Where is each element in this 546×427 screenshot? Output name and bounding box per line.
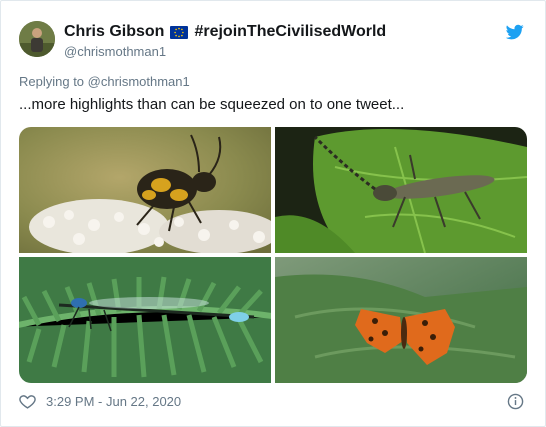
heart-icon[interactable] bbox=[19, 393, 36, 410]
avatar[interactable] bbox=[19, 21, 55, 57]
photo-damselfly[interactable] bbox=[19, 257, 271, 383]
replying-to-prefix: Replying to bbox=[19, 74, 85, 89]
info-icon[interactable] bbox=[507, 393, 524, 410]
photo-butterfly[interactable] bbox=[275, 257, 527, 383]
replying-to: Replying to @chrismothman1 bbox=[19, 74, 190, 89]
tweet-card: Chris Gibson #rejoinTheCivilisedWorld @c… bbox=[0, 0, 546, 427]
tweet-footer: 3:29 PM - Jun 22, 2020 bbox=[19, 393, 181, 410]
photo-beetle-flowers[interactable] bbox=[19, 127, 271, 253]
eu-flag-icon bbox=[170, 25, 189, 39]
photo-beetle-leaf[interactable] bbox=[275, 127, 527, 253]
tweet-text: ...more highlights than can be squeezed … bbox=[19, 96, 405, 113]
replying-to-mention[interactable]: @chrismothman1 bbox=[88, 74, 190, 89]
author-name[interactable]: Chris Gibson bbox=[64, 23, 164, 41]
twitter-bird-icon[interactable] bbox=[505, 23, 524, 41]
author-hashtag[interactable]: #rejoinTheCivilisedWorld bbox=[194, 23, 386, 41]
author-handle[interactable]: @chrismothman1 bbox=[64, 44, 166, 59]
author-name-row[interactable]: Chris Gibson #rejoinTheCivilisedWorld bbox=[64, 23, 386, 41]
timestamp[interactable]: 3:29 PM - Jun 22, 2020 bbox=[46, 394, 181, 409]
photo-grid bbox=[19, 127, 527, 383]
